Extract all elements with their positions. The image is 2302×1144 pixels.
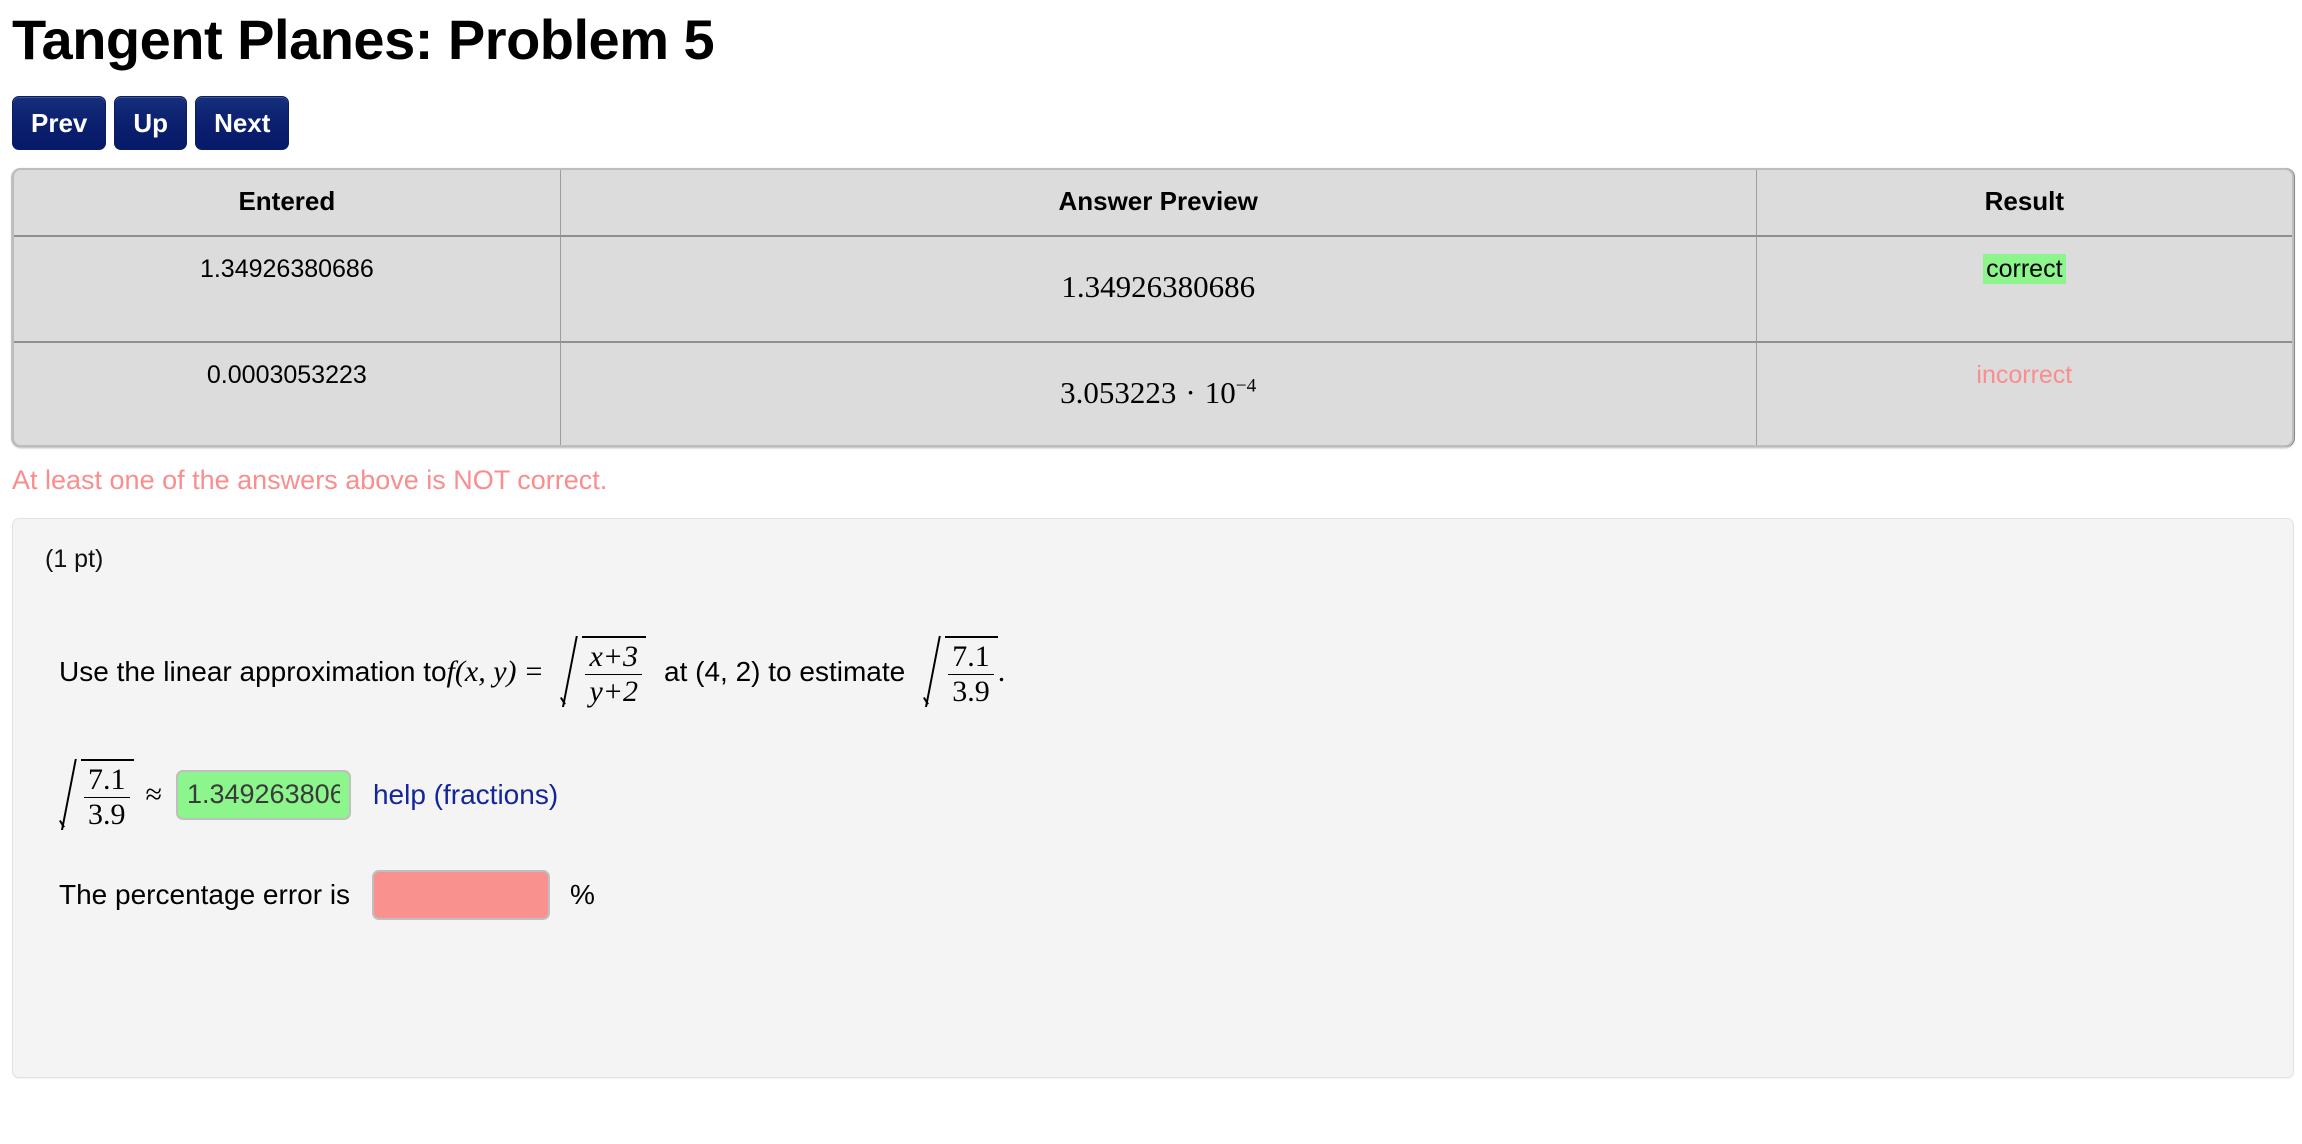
column-header-result: Result <box>1756 170 2292 238</box>
fraction-denominator: y+2 <box>585 673 642 708</box>
radical-expression-target: 7.1 3.9 <box>923 636 998 707</box>
statement-part-1: Use the linear approximation to <box>59 655 447 687</box>
answer-input-approximation[interactable] <box>175 769 351 820</box>
column-header-entered: Entered <box>14 170 561 238</box>
column-header-answer-preview: Answer Preview <box>560 170 1757 238</box>
navigation-bar: Prev Up Next <box>12 96 2292 151</box>
percentage-error-row: The percentage error is % <box>59 870 2265 921</box>
preview-operator: · <box>1185 375 1196 411</box>
cell-entered: 0.0003053223 <box>14 341 561 446</box>
fraction-denominator: 3.9 <box>948 673 994 708</box>
answer-row: 7.1 3.9 ≈ help (fractions) <box>59 759 2265 830</box>
warning-message: At least one of the answers above is NOT… <box>12 465 608 496</box>
radicand: x+3 y+2 <box>582 636 646 707</box>
fraction-71-over-39: 7.1 3.9 <box>948 641 994 707</box>
percent-sign-label: % <box>570 879 595 911</box>
cell-entered: 1.34926380686 <box>14 237 561 342</box>
equals-sign: = <box>525 654 543 688</box>
status-badge-correct: correct <box>1983 254 2066 285</box>
fraction-numerator: 7.1 <box>952 640 990 674</box>
results-table-body: 1.34926380686 1.34926380686 correct 0.00… <box>14 237 2292 446</box>
cell-result: incorrect <box>1756 341 2292 446</box>
function-name: f <box>446 654 455 688</box>
fraction-numerator: x+3 <box>589 640 638 674</box>
function-arguments: (x, y) <box>454 654 517 688</box>
page-title: Tangent Planes: Problem 5 <box>12 8 715 71</box>
percentage-error-label: The percentage error is <box>59 879 351 911</box>
approximately-equal-sign: ≈ <box>145 777 162 811</box>
statement-period: . <box>997 654 1006 688</box>
radical-sign-icon <box>560 636 582 707</box>
fraction-denominator: 3.9 <box>84 796 130 831</box>
cell-result: correct <box>1756 237 2292 342</box>
preview-exponent: −4 <box>1235 376 1257 398</box>
page-container: Tangent Planes: Problem 5 Prev Up Next E… <box>0 0 2302 1079</box>
preview-base: 10 <box>1204 375 1236 411</box>
cell-answer-preview: 1.34926380686 <box>560 237 1757 342</box>
results-table-container: Entered Answer Preview Result 1.34926380… <box>12 168 2294 448</box>
radical-expression-f: x+3 y+2 <box>560 636 646 707</box>
radicand: 7.1 3.9 <box>81 759 134 830</box>
results-table-head: Entered Answer Preview Result <box>14 170 2292 238</box>
cell-answer-preview: 3.053223 · 10−4 <box>560 341 1757 446</box>
help-fractions-link[interactable]: help (fractions) <box>373 779 558 811</box>
radical-expression-answer: 7.1 3.9 <box>59 759 134 830</box>
statement-part-2: at (4, 2) to estimate <box>664 655 906 687</box>
table-header-row: Entered Answer Preview Result <box>14 170 2292 238</box>
radical-sign-icon <box>59 759 81 830</box>
problem-statement: Use the linear approximation to f (x, y)… <box>59 636 2265 707</box>
table-row: 1.34926380686 1.34926380686 correct <box>14 237 2292 342</box>
radical-sign-icon <box>923 636 945 707</box>
next-button[interactable]: Next <box>195 96 290 151</box>
fraction-x3-over-y2: x+3 y+2 <box>585 641 642 707</box>
problem-panel: (1 pt) Use the linear approximation to f… <box>12 518 2294 1079</box>
results-table: Entered Answer Preview Result 1.34926380… <box>12 168 2294 448</box>
table-row: 0.0003053223 3.053223 · 10−4 incorrect <box>14 341 2292 446</box>
fraction-numerator: 7.1 <box>88 763 126 797</box>
status-badge-incorrect: incorrect <box>1976 361 2073 390</box>
points-label: (1 pt) <box>45 545 104 574</box>
radicand: 7.1 3.9 <box>945 636 998 707</box>
prev-button[interactable]: Prev <box>12 96 107 151</box>
up-button[interactable]: Up <box>114 96 188 151</box>
percentage-error-input[interactable] <box>372 870 551 921</box>
fraction-71-over-39: 7.1 3.9 <box>84 764 130 830</box>
preview-mantissa: 3.053223 <box>1060 375 1177 411</box>
